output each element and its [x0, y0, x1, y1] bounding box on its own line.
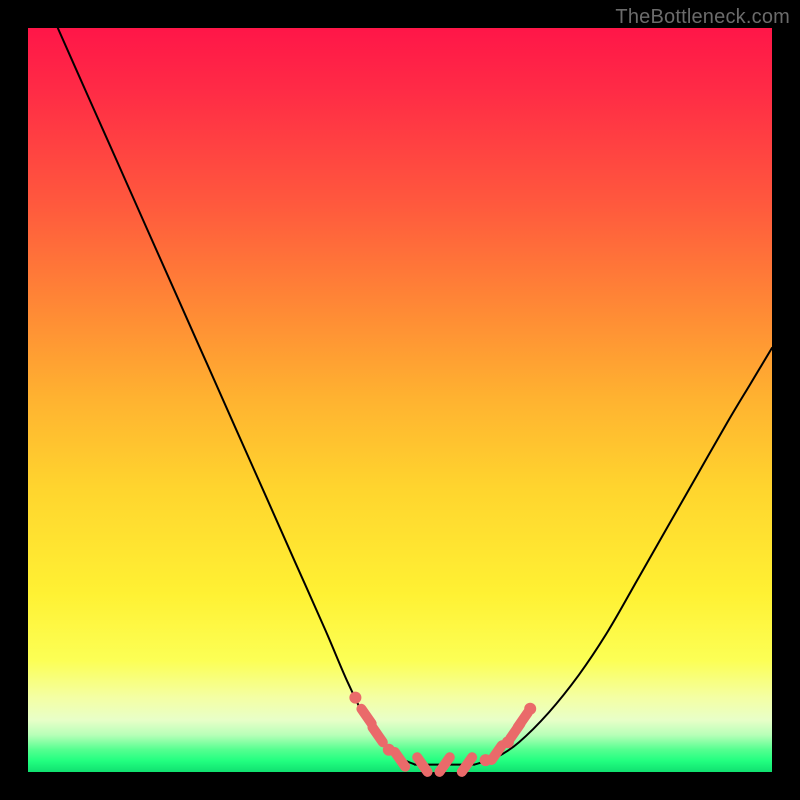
marker-dash [440, 757, 450, 772]
chart-frame: TheBottleneck.com [0, 0, 800, 800]
marker-dot [349, 692, 361, 704]
marker-dash [462, 757, 472, 772]
marker-dash [492, 745, 502, 760]
marker-dash [417, 757, 427, 772]
marker-dash [518, 713, 528, 728]
curve-layer [28, 28, 772, 772]
marker-dash [395, 752, 405, 767]
marker-dot [524, 703, 536, 715]
gradient-plot-area [28, 28, 772, 772]
watermark-text: TheBottleneck.com [615, 6, 790, 29]
curve-right-curve [474, 348, 772, 765]
marker-dash [373, 727, 383, 742]
curve-left-curve [58, 28, 415, 765]
marker-dash [361, 709, 371, 724]
